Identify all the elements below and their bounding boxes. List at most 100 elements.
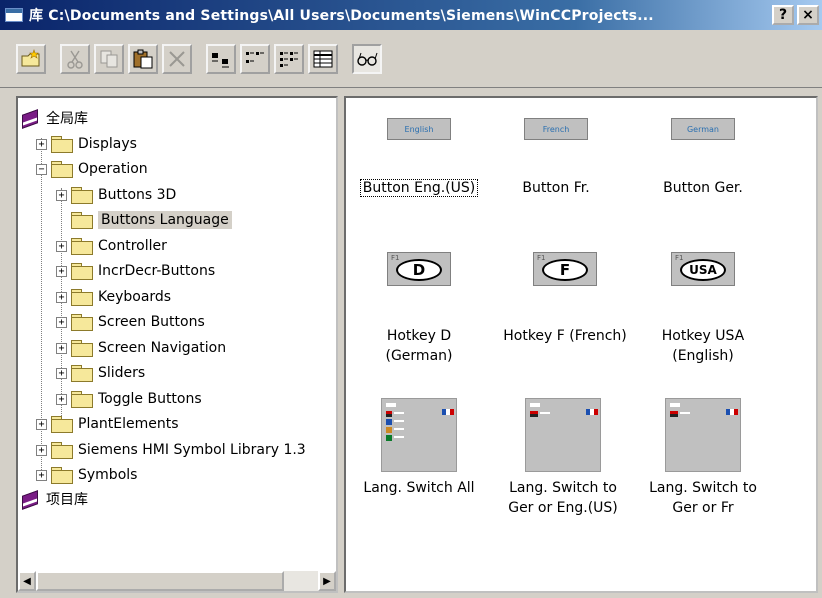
copy-icon bbox=[100, 50, 118, 67]
tree-expander[interactable]: + bbox=[36, 444, 47, 456]
tree-node[interactable]: + IncrDecr-Buttons bbox=[56, 258, 215, 284]
scroll-left-button[interactable]: ◀ bbox=[18, 571, 36, 591]
scrollbar-track[interactable] bbox=[284, 571, 318, 591]
tree-node-label: Toggle Buttons bbox=[98, 391, 202, 407]
details-view-button[interactable] bbox=[308, 43, 338, 74]
tree-node[interactable]: + Toggle Buttons bbox=[56, 386, 202, 412]
tree-node-label: Operation bbox=[78, 161, 148, 177]
tree-expander[interactable]: + bbox=[36, 418, 47, 430]
tree-node-label: IncrDecr-Buttons bbox=[98, 263, 216, 279]
tree-node-selected[interactable]: Buttons Language bbox=[71, 207, 232, 233]
details-view-icon bbox=[313, 50, 333, 67]
preview-toggle-button[interactable] bbox=[352, 43, 382, 74]
item-caption: Hotkey D bbox=[386, 328, 452, 344]
tree-node-label: Screen Buttons bbox=[98, 314, 205, 330]
tree-node[interactable]: + PlantElements bbox=[36, 411, 179, 437]
tree-node-label: Siemens HMI Symbol Library 1.3 bbox=[78, 442, 306, 458]
cut-button[interactable] bbox=[60, 43, 90, 74]
item-caption-line2: Ger or Fr bbox=[672, 500, 734, 516]
item-caption-line2: Ger or Eng.(US) bbox=[508, 500, 618, 516]
paste-icon bbox=[133, 49, 153, 68]
library-window-icon bbox=[5, 8, 23, 22]
tree-node[interactable]: + Symbols bbox=[36, 462, 137, 488]
hotkey-thumbnail: F1 F bbox=[533, 252, 597, 286]
new-folder-button[interactable] bbox=[16, 43, 46, 74]
screen-preview-icon bbox=[386, 403, 454, 441]
paste-button[interactable] bbox=[128, 43, 158, 74]
folder-icon bbox=[51, 416, 73, 433]
list-view-button[interactable] bbox=[274, 43, 304, 74]
tree-node[interactable]: + Displays bbox=[36, 131, 137, 157]
hotkey-fkey-label: F1 bbox=[675, 254, 684, 262]
tree-expander[interactable]: + bbox=[36, 469, 47, 481]
library-book-icon bbox=[20, 110, 40, 126]
library-item[interactable]: Lang. Switch to Ger or Fr bbox=[638, 398, 768, 518]
help-button[interactable]: ? bbox=[772, 5, 794, 25]
folder-icon bbox=[71, 263, 93, 280]
tree-node[interactable]: + Keyboards bbox=[56, 284, 171, 310]
tree-node-label: Screen Navigation bbox=[98, 340, 227, 356]
folder-icon bbox=[51, 136, 73, 153]
tree-expander[interactable]: + bbox=[56, 393, 67, 405]
library-item[interactable]: German Button Ger. bbox=[638, 118, 768, 198]
scroll-right-button[interactable]: ▶ bbox=[318, 571, 336, 591]
tree-node[interactable]: − Operation bbox=[36, 156, 148, 182]
tree-expander[interactable]: + bbox=[56, 240, 67, 252]
library-item[interactable]: F1 USA Hotkey USA (English) bbox=[638, 252, 768, 366]
folder-icon bbox=[51, 442, 73, 459]
library-item[interactable]: Lang. Switch to Ger or Eng.(US) bbox=[496, 398, 630, 518]
hotkey-oval: F bbox=[542, 259, 588, 281]
tree-node[interactable]: + Buttons 3D bbox=[56, 182, 176, 208]
item-thumbnail: English bbox=[387, 118, 451, 140]
small-icons-view-icon bbox=[246, 51, 264, 63]
close-button[interactable]: × bbox=[797, 5, 819, 25]
delete-button[interactable] bbox=[162, 43, 192, 74]
library-item[interactable]: F1 D Hotkey D (German) bbox=[354, 252, 484, 366]
horizontal-scrollbar[interactable]: ◀ ▶ bbox=[18, 571, 336, 591]
tree-expander[interactable]: + bbox=[56, 291, 67, 303]
tree-expander[interactable]: + bbox=[36, 138, 47, 150]
hotkey-thumbnail: F1 USA bbox=[671, 252, 735, 286]
scrollbar-thumb[interactable] bbox=[36, 571, 284, 591]
library-item[interactable]: F1 F Hotkey F (French) bbox=[490, 252, 640, 346]
folder-icon bbox=[71, 340, 93, 357]
tree-node[interactable]: + Screen Navigation bbox=[56, 335, 226, 361]
hotkey-oval: D bbox=[396, 259, 442, 281]
item-caption: Button Ger. bbox=[663, 180, 743, 196]
folder-icon bbox=[71, 238, 93, 255]
library-item[interactable]: English Button Eng.(US) bbox=[354, 118, 484, 198]
cut-icon bbox=[67, 50, 83, 69]
small-icons-view-button[interactable] bbox=[240, 43, 270, 74]
tree-expander[interactable]: + bbox=[56, 367, 67, 379]
library-item[interactable]: Lang. Switch All bbox=[350, 398, 488, 498]
item-caption-line2: (English) bbox=[672, 348, 734, 364]
tree-expander[interactable]: + bbox=[56, 265, 67, 277]
tree-node-label: Displays bbox=[78, 136, 137, 152]
tree-node[interactable]: + Screen Buttons bbox=[56, 309, 205, 335]
screen-thumbnail bbox=[525, 398, 601, 472]
window-title-bar[interactable]: 库 C:\Documents and Settings\All Users\Do… bbox=[0, 0, 822, 30]
tree-node-global-library[interactable]: 全局库 bbox=[20, 105, 88, 131]
library-item[interactable]: French Button Fr. bbox=[496, 118, 616, 198]
library-tree[interactable]: 全局库 + Displays − Operation + Buttons 3D … bbox=[16, 96, 338, 593]
tree-expander[interactable]: + bbox=[56, 342, 67, 354]
tree-node-label: 项目库 bbox=[46, 492, 88, 508]
item-caption: Lang. Switch to bbox=[509, 480, 617, 496]
tree-expander[interactable]: + bbox=[56, 189, 67, 201]
tree-node[interactable]: + Sliders bbox=[56, 360, 145, 386]
large-icons-view-icon bbox=[212, 52, 229, 67]
item-thumbnail: French bbox=[524, 118, 588, 140]
window-title-path: C:\Documents and Settings\All Users\Docu… bbox=[48, 8, 654, 24]
copy-button[interactable] bbox=[94, 43, 124, 74]
large-icons-view-button[interactable] bbox=[206, 43, 236, 74]
item-caption: Button Eng.(US) bbox=[359, 179, 479, 197]
tree-node-project-library[interactable]: 项目库 bbox=[20, 486, 88, 512]
library-object-grid[interactable]: English Button Eng.(US) French Button Fr… bbox=[344, 96, 818, 593]
tree-node-label: Buttons Language bbox=[98, 211, 232, 229]
tree-node[interactable]: + Siemens HMI Symbol Library 1.3 bbox=[36, 437, 306, 463]
tree-expander[interactable]: − bbox=[36, 163, 47, 175]
hotkey-fkey-label: F1 bbox=[537, 254, 546, 262]
tree-expander[interactable]: + bbox=[56, 316, 67, 328]
item-caption: Lang. Switch All bbox=[363, 480, 475, 496]
tree-node[interactable]: + Controller bbox=[56, 233, 167, 259]
